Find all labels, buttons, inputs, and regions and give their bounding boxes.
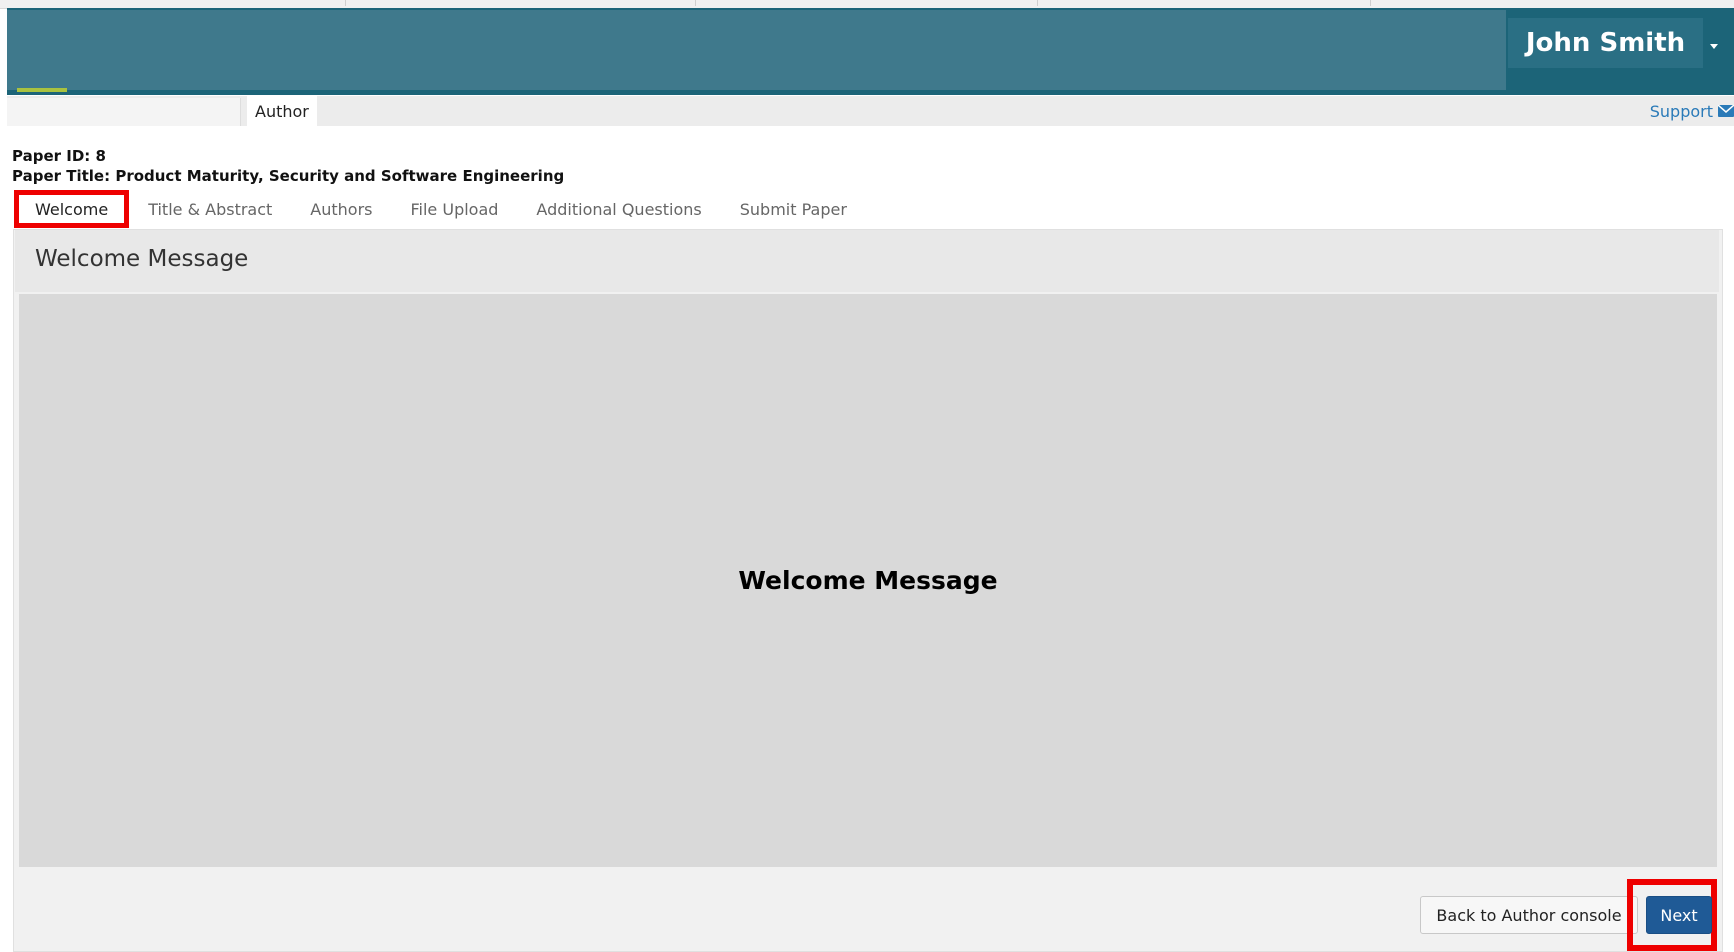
role-tab-author[interactable]: Author	[247, 96, 317, 126]
welcome-message-text: Welcome Message	[738, 566, 998, 595]
tab-submit-paper[interactable]: Submit Paper	[721, 190, 866, 228]
support-link[interactable]: Support	[1650, 96, 1734, 126]
paper-id: Paper ID: 8	[12, 147, 106, 165]
tab-authors[interactable]: Authors	[291, 190, 391, 228]
tab-title-abstract[interactable]: Title & Abstract	[129, 190, 291, 228]
welcome-panel: Welcome Message Welcome Message Back to …	[13, 229, 1723, 952]
strip-divider	[1370, 0, 1371, 6]
next-button[interactable]: Next	[1646, 896, 1712, 934]
header-accent-bar	[17, 88, 67, 92]
sub-navigation: Author	[7, 96, 1734, 126]
support-label: Support	[1649, 101, 1713, 121]
envelope-icon	[1718, 105, 1734, 117]
panel-header: Welcome Message	[15, 230, 1719, 292]
tab-additional-questions[interactable]: Additional Questions	[517, 190, 720, 228]
tab-file-upload[interactable]: File Upload	[392, 190, 518, 228]
welcome-message-area: Welcome Message	[19, 294, 1717, 867]
strip-divider	[695, 0, 696, 6]
paper-title: Paper Title: Product Maturity, Security …	[12, 167, 565, 185]
strip-divider	[345, 0, 346, 6]
user-menu-button[interactable]: John Smith	[1508, 18, 1703, 68]
paper-info: Paper ID: 8 Paper Title: Product Maturit…	[12, 146, 564, 186]
app-header	[7, 8, 1734, 95]
strip-divider	[1037, 0, 1038, 6]
tab-welcome[interactable]: Welcome	[14, 190, 130, 228]
header-banner	[7, 10, 1506, 90]
panel-title: Welcome Message	[35, 246, 249, 272]
caret-down-icon[interactable]	[1710, 44, 1718, 49]
submission-tabs: Welcome Title & Abstract Authors File Up…	[14, 190, 866, 228]
subnav-left-area	[7, 98, 241, 126]
back-to-author-console-button[interactable]: Back to Author console	[1420, 896, 1638, 934]
